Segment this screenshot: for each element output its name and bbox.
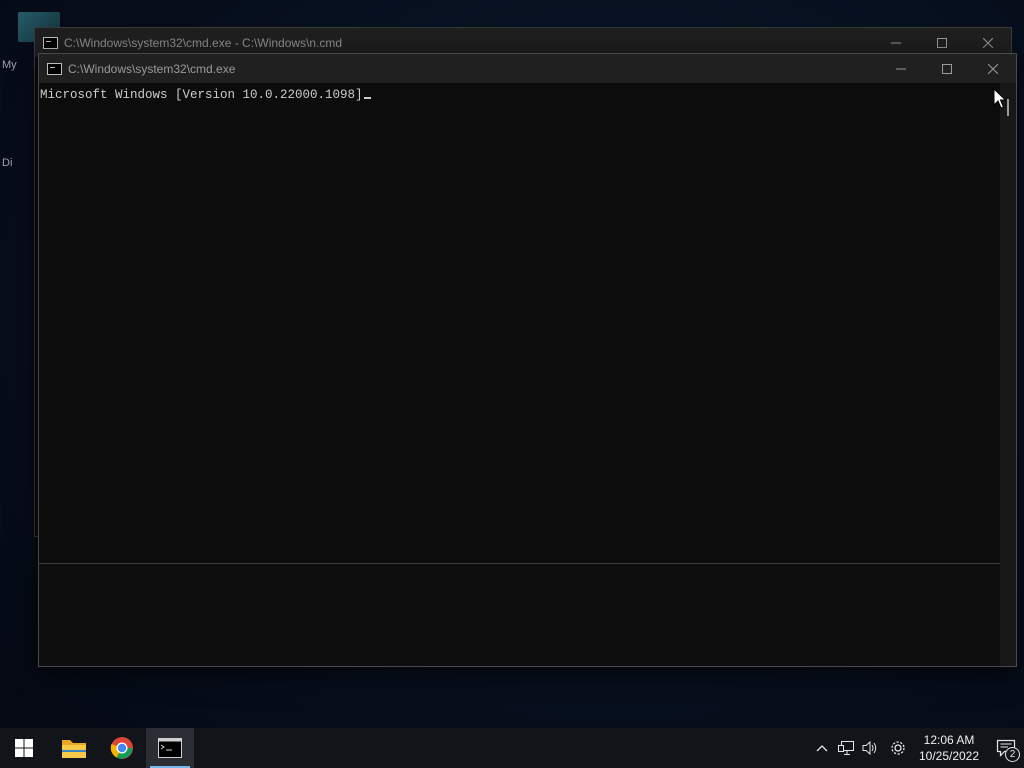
maximize-icon (937, 37, 947, 48)
console-lower-area (39, 564, 1000, 666)
clock[interactable]: 12:06 AM 10/25/2022 (914, 732, 984, 764)
speaker-icon (862, 740, 877, 756)
console-output[interactable]: Microsoft Windows [Version 10.0.22000.10… (39, 83, 1000, 564)
clock-date: 10/25/2022 (918, 749, 980, 763)
gear-icon (891, 741, 905, 755)
settings-button[interactable] (886, 728, 910, 768)
close-icon (988, 63, 998, 74)
console-text: Microsoft Windows [Version 10.0.22000.10… (40, 88, 363, 102)
desktop-icon-label: My (2, 59, 17, 71)
cmd-icon (158, 738, 182, 758)
vertical-scrollbar[interactable] (1000, 83, 1016, 666)
network-button[interactable] (834, 728, 858, 768)
minimize-button[interactable] (878, 54, 924, 83)
window-title: C:\Windows\system32\cmd.exe (68, 61, 236, 76)
system-tray: 12:06 AM 10/25/2022 2 (810, 728, 1024, 768)
folder-icon (62, 740, 86, 758)
minimize-icon (896, 68, 906, 69)
text-cursor (363, 97, 371, 99)
volume-button[interactable] (858, 728, 882, 768)
cmd-window-foreground[interactable]: C:\Windows\system32\cmd.exe Microsoft Wi… (38, 53, 1017, 667)
window-title: C:\Windows\system32\cmd.exe - C:\Windows… (64, 35, 343, 50)
network-icon (838, 741, 854, 755)
action-center-button[interactable]: 2 (988, 728, 1024, 768)
clock-time: 12:06 AM (923, 733, 975, 747)
desktop-icon-label: Di (2, 157, 13, 169)
scrollbar-thumb[interactable] (1007, 99, 1009, 116)
chevron-up-icon (816, 745, 828, 752)
taskbar-command-prompt[interactable] (146, 728, 194, 768)
maximize-icon (942, 63, 952, 74)
chrome-icon (110, 737, 133, 759)
minimize-icon (891, 42, 901, 43)
cmd-icon (47, 62, 62, 75)
taskbar-file-explorer[interactable] (50, 728, 98, 768)
close-icon (983, 37, 993, 48)
cmd-icon (43, 36, 58, 49)
maximize-button[interactable] (924, 54, 970, 83)
title-bar[interactable]: C:\Windows\system32\cmd.exe (39, 54, 1016, 83)
close-button[interactable] (970, 54, 1016, 83)
windows-logo-icon (15, 739, 33, 757)
show-hidden-icons-button[interactable] (810, 728, 834, 768)
notification-count-badge: 2 (1005, 747, 1020, 762)
mouse-pointer-icon (993, 88, 1007, 109)
taskbar-chrome[interactable] (98, 728, 146, 768)
taskbar: 12:06 AM 10/25/2022 2 (0, 728, 1024, 768)
start-button[interactable] (0, 728, 48, 768)
